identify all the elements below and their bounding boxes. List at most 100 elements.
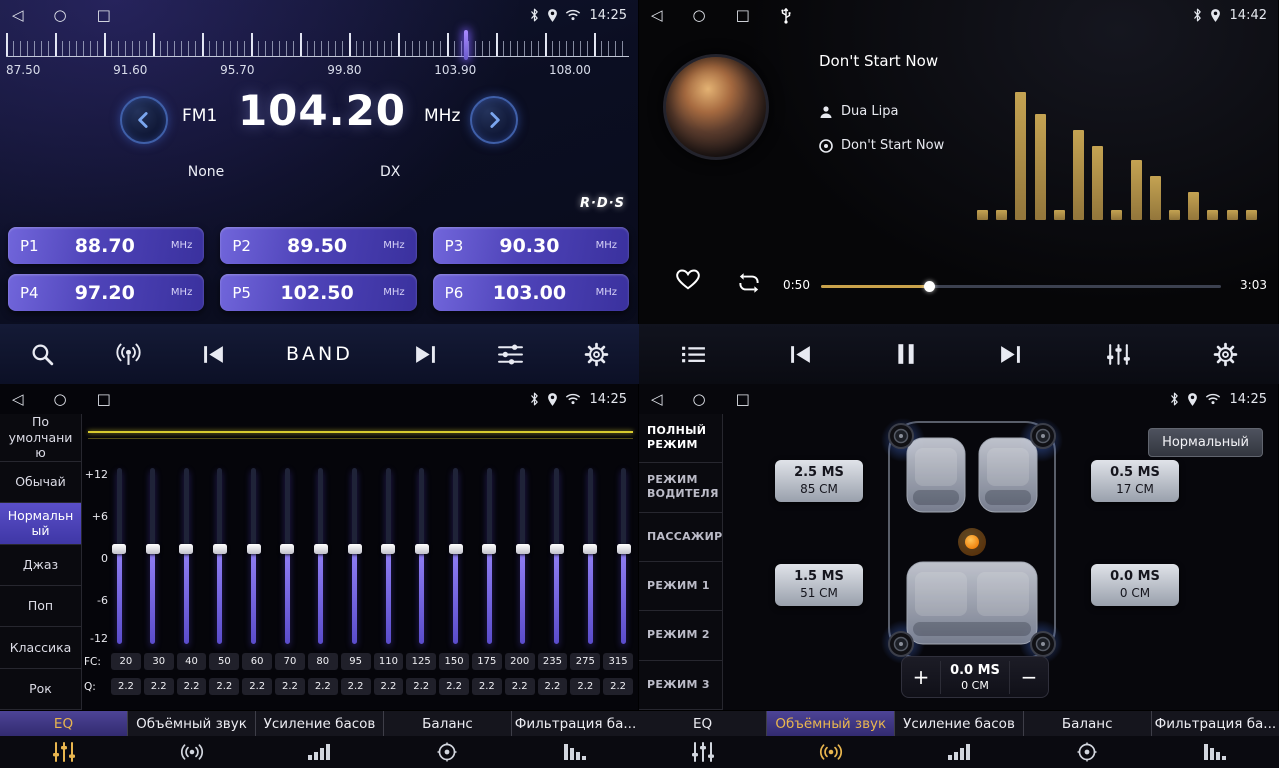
eq-band-slider[interactable]	[449, 468, 463, 644]
eq-settings-icon[interactable]	[497, 343, 524, 366]
mixer-icon[interactable]	[1105, 343, 1132, 366]
scan-stations-icon[interactable]	[115, 342, 142, 367]
slider-handle[interactable]	[112, 544, 126, 554]
eq-preset-item[interactable]: По умолчанию	[0, 414, 81, 462]
eq-tab-icon[interactable]	[639, 736, 767, 768]
pause-button[interactable]	[895, 342, 917, 366]
tab-eq[interactable]: EQ	[0, 711, 128, 736]
preset-p4-button[interactable]: P497.20MHz	[8, 274, 204, 311]
skip-previous-icon[interactable]	[201, 344, 226, 365]
slider-handle[interactable]	[247, 544, 261, 554]
tab-bass[interactable]: Усиление басов	[256, 711, 384, 736]
slider-handle[interactable]	[617, 544, 631, 554]
eq-preset-item[interactable]: Классика	[0, 627, 81, 668]
eq-band-slider[interactable]	[381, 468, 395, 644]
bass-tab-icon[interactable]	[256, 736, 384, 768]
eq-band-slider[interactable]	[550, 468, 564, 644]
tab-balance[interactable]: Баланс	[1024, 711, 1152, 736]
filter-tab-icon[interactable]	[1151, 736, 1279, 768]
surround-tab-icon[interactable]	[128, 736, 256, 768]
filter-tab-icon[interactable]	[511, 736, 639, 768]
slider-handle[interactable]	[146, 544, 160, 554]
back-icon[interactable]: ◁	[12, 6, 24, 24]
delay-front-right[interactable]: 0.5 MS 17 CM	[1091, 460, 1179, 502]
eq-preset-item[interactable]: Рок	[0, 669, 81, 710]
eq-tab-icon[interactable]	[0, 736, 128, 768]
eq-preset-item[interactable]: Обычай	[0, 462, 81, 503]
balance-tab-icon[interactable]	[383, 736, 511, 768]
slider-handle[interactable]	[415, 544, 429, 554]
slider-handle[interactable]	[516, 544, 530, 554]
eq-band-slider[interactable]	[280, 468, 294, 644]
increase-delay-button[interactable]: +	[902, 665, 940, 689]
repeat-button[interactable]	[735, 272, 763, 298]
surround-mode-item[interactable]: РЕЖИМ 2	[639, 611, 722, 660]
surround-mode-item[interactable]: РЕЖИМ 1	[639, 562, 722, 611]
tab-filter[interactable]: Фильтрация ба...	[512, 711, 639, 736]
home-icon[interactable]: ○	[693, 390, 706, 408]
search-icon[interactable]	[30, 342, 55, 367]
preset-p2-button[interactable]: P289.50MHz	[220, 227, 416, 264]
recent-icon[interactable]: □	[736, 390, 750, 408]
eq-band-slider[interactable]	[617, 468, 631, 644]
eq-band-slider[interactable]	[348, 468, 362, 644]
skip-next-icon[interactable]	[413, 344, 438, 365]
preset-p1-button[interactable]: P188.70MHz	[8, 227, 204, 264]
surround-tab-icon[interactable]	[767, 736, 895, 768]
surround-mode-item[interactable]: ПАССАЖИР	[639, 513, 722, 562]
delay-rear-right[interactable]: 0.0 MS 0 CM	[1091, 564, 1179, 606]
eq-preset-item[interactable]: Джаз	[0, 545, 81, 586]
eq-band-slider[interactable]	[583, 468, 597, 644]
eq-band-slider[interactable]	[314, 468, 328, 644]
skip-previous-icon[interactable]	[788, 344, 813, 365]
skip-next-icon[interactable]	[998, 344, 1023, 365]
preset-p5-button[interactable]: P5102.50MHz	[220, 274, 416, 311]
slider-handle[interactable]	[449, 544, 463, 554]
album-art[interactable]	[663, 54, 769, 160]
balance-tab-icon[interactable]	[1023, 736, 1151, 768]
eq-preset-item[interactable]: Нормальный	[0, 503, 81, 544]
preset-p3-button[interactable]: P390.30MHz	[433, 227, 629, 264]
tab-eq[interactable]: EQ	[639, 711, 767, 736]
seek-bar[interactable]	[821, 285, 1221, 288]
slider-handle[interactable]	[213, 544, 227, 554]
home-icon[interactable]: ○	[54, 6, 67, 24]
settings-gear-icon[interactable]	[1213, 342, 1238, 367]
eq-band-slider[interactable]	[482, 468, 496, 644]
eq-band-slider[interactable]	[516, 468, 530, 644]
recent-icon[interactable]: □	[736, 6, 750, 24]
eq-band-slider[interactable]	[146, 468, 160, 644]
slider-handle[interactable]	[550, 544, 564, 554]
frequency-ruler[interactable]	[6, 33, 629, 57]
surround-mode-item[interactable]: ПОЛНЫЙ РЕЖИМ	[639, 414, 722, 463]
eq-band-slider[interactable]	[112, 468, 126, 644]
favorite-button[interactable]	[675, 268, 701, 295]
surround-mode-item[interactable]: РЕЖИМ 3	[639, 661, 722, 710]
surround-preset-button[interactable]: Нормальный	[1148, 428, 1263, 457]
recent-icon[interactable]: □	[97, 6, 111, 24]
eq-band-slider[interactable]	[213, 468, 227, 644]
decrease-delay-button[interactable]: −	[1010, 665, 1048, 689]
bass-tab-icon[interactable]	[895, 736, 1023, 768]
progress-thumb[interactable]	[924, 281, 935, 292]
back-icon[interactable]: ◁	[12, 390, 24, 408]
slider-handle[interactable]	[314, 544, 328, 554]
tab-surround[interactable]: Объёмный звук	[128, 711, 256, 736]
recent-icon[interactable]: □	[97, 390, 111, 408]
tab-filter[interactable]: Фильтрация ба...	[1152, 711, 1279, 736]
eq-band-slider[interactable]	[415, 468, 429, 644]
tab-balance[interactable]: Баланс	[384, 711, 512, 736]
slider-handle[interactable]	[381, 544, 395, 554]
playlist-icon[interactable]	[680, 344, 707, 365]
slider-handle[interactable]	[179, 544, 193, 554]
preset-p6-button[interactable]: P6103.00MHz	[433, 274, 629, 311]
tune-down-button[interactable]	[120, 96, 168, 144]
slider-handle[interactable]	[482, 544, 496, 554]
frequency-indicator[interactable]	[464, 30, 468, 60]
tab-surround[interactable]: Объёмный звук	[767, 711, 895, 736]
delay-front-left[interactable]: 2.5 MS 85 CM	[775, 460, 863, 502]
tune-up-button[interactable]	[470, 96, 518, 144]
eq-preset-item[interactable]: Поп	[0, 586, 81, 627]
tab-bass[interactable]: Усиление басов	[895, 711, 1023, 736]
band-button[interactable]: BAND	[286, 343, 353, 365]
